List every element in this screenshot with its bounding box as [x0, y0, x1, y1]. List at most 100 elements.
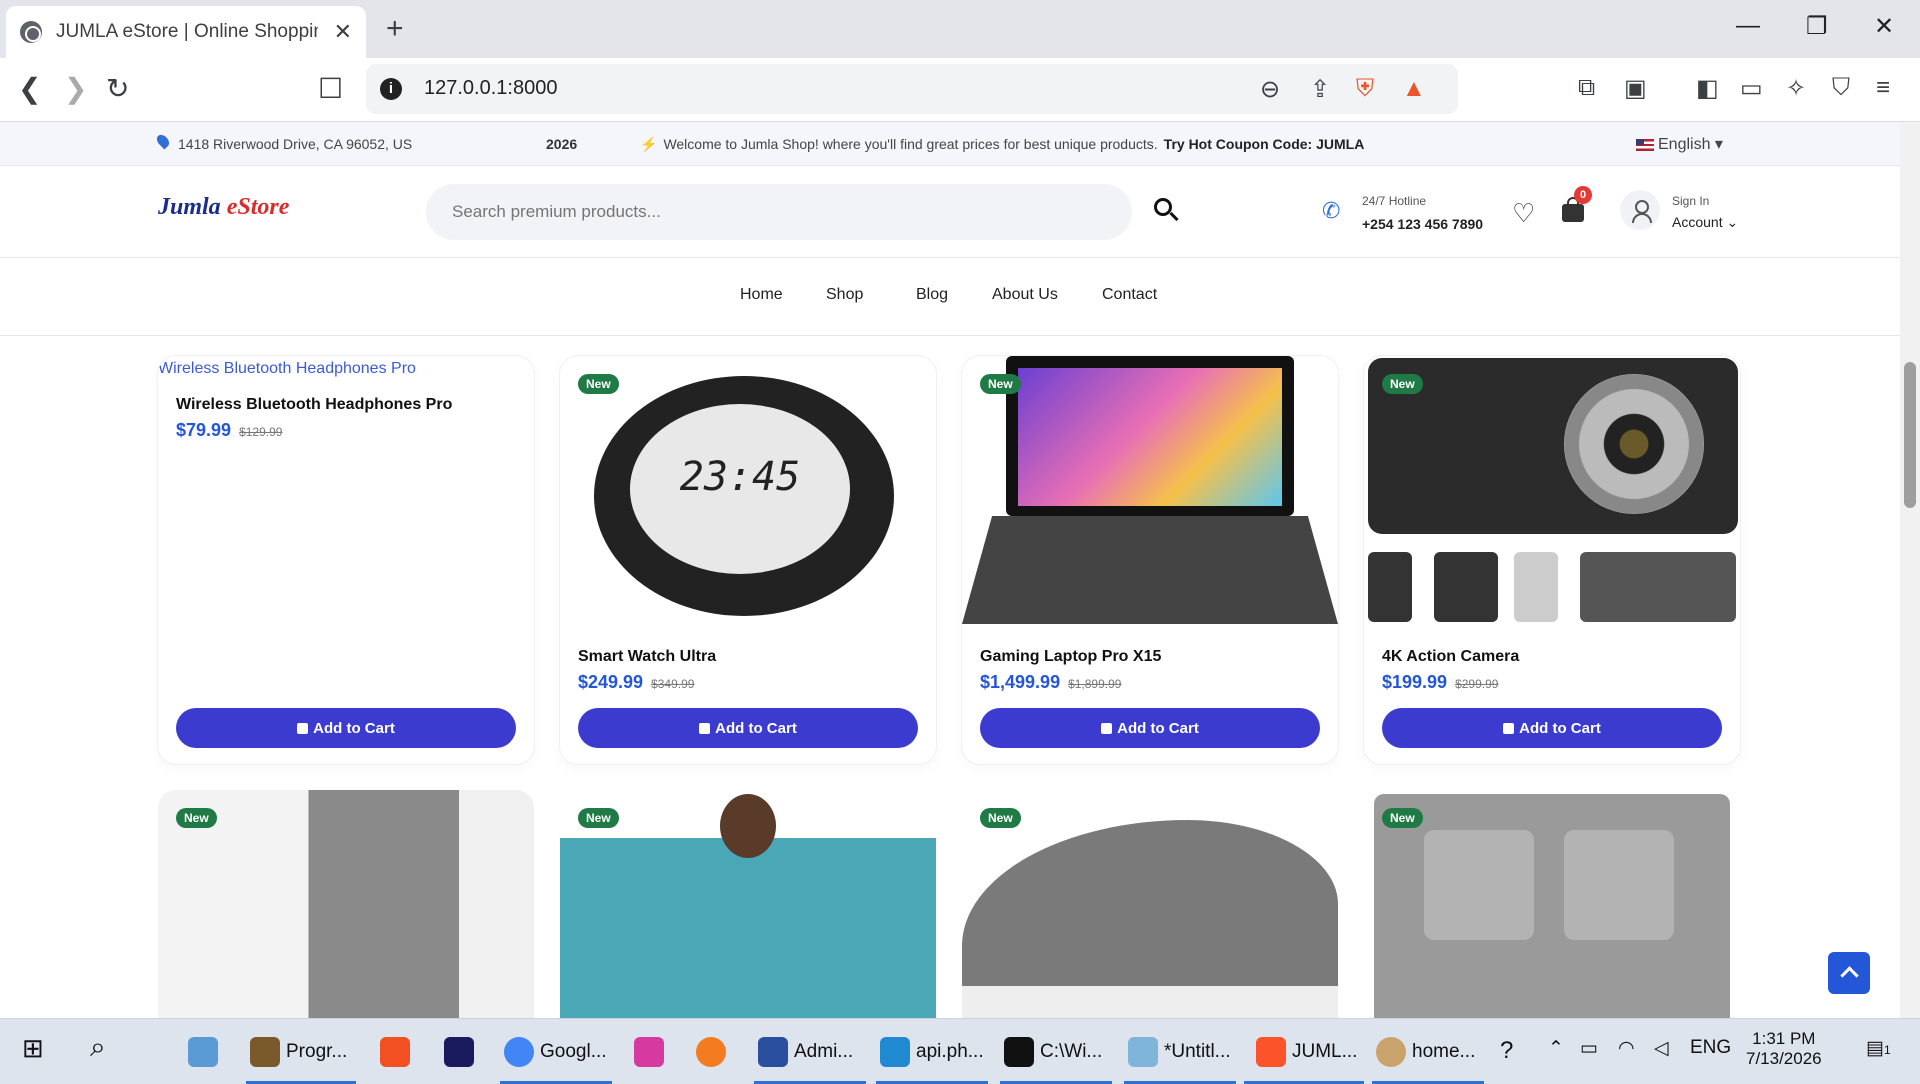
us-flag-icon: [1636, 138, 1654, 151]
nav-blog[interactable]: Blog: [916, 286, 948, 304]
page-scrollbar[interactable]: [1900, 122, 1920, 1018]
add-to-cart-button[interactable]: Add to Cart: [578, 708, 918, 748]
wishlist-heart-icon[interactable]: ♡: [1512, 198, 1535, 229]
top-info-bar: 1418 Riverwood Drive, CA 96052, US 2026 …: [0, 122, 1900, 166]
taskbar-powershell-app[interactable]: Admi...: [758, 1037, 853, 1067]
taskbar-progress-app[interactable]: Progr...: [250, 1037, 347, 1067]
scrollbar-thumb[interactable]: [1904, 362, 1916, 508]
extensions-icon[interactable]: ⧉: [1578, 74, 1595, 102]
system-clock[interactable]: 1:31 PM 7/13/2026: [1746, 1029, 1822, 1069]
brave-rewards-icon[interactable]: ▲: [1402, 75, 1426, 103]
broken-image-alt: Wireless Bluetooth Headphones Pro: [158, 360, 416, 377]
logo-accent: eStore: [226, 194, 290, 220]
product-image[interactable]: New 23:45: [560, 356, 936, 626]
windows-start-icon[interactable]: ⊞: [22, 1033, 44, 1064]
cart-bag-icon[interactable]: [1562, 197, 1584, 222]
product-card[interactable]: New: [158, 790, 534, 1018]
account-dropdown[interactable]: Account ⌄: [1672, 214, 1738, 231]
tab-close-icon[interactable]: ✕: [334, 19, 352, 45]
add-to-cart-button[interactable]: Add to Cart: [1382, 708, 1722, 748]
help-icon[interactable]: ?: [1500, 1037, 1513, 1065]
share-icon[interactable]: ⇪: [1310, 75, 1330, 104]
url-text[interactable]: 127.0.0.1:8000: [424, 77, 557, 100]
signin-label[interactable]: Sign In: [1672, 194, 1709, 208]
brave-shield-icon[interactable]: ⛨: [1356, 75, 1374, 103]
product-card[interactable]: New 23:45 Smart Watch Ultra $249.99 $349.…: [560, 356, 936, 764]
product-card[interactable]: New: [962, 790, 1338, 1018]
add-to-cart-button[interactable]: Add to Cart: [980, 708, 1320, 748]
browser-toolbar: ❮ ❯ ↻ ☐ i 127.0.0.1:8000 ⊖ ⇪ ⛨ ▲ ⧉ ▣ ◧ ▭…: [0, 58, 1920, 122]
volume-icon[interactable]: ◁: [1654, 1037, 1669, 1060]
wifi-icon[interactable]: ◠: [1618, 1037, 1635, 1060]
browser-tab[interactable]: JUMLA eStore | Online Shopping ✕: [6, 6, 366, 58]
clock-time: 1:31 PM: [1752, 1029, 1816, 1048]
phone-icon: ✆: [1322, 198, 1341, 223]
account-label: Account: [1672, 214, 1723, 230]
search-box: [426, 184, 1132, 240]
new-tab-button[interactable]: +: [386, 12, 404, 46]
add-to-cart-button[interactable]: Add to Cart: [176, 708, 516, 748]
reader-icon[interactable]: ▣: [1624, 74, 1647, 103]
scroll-to-top-button[interactable]: [1828, 952, 1870, 994]
product-name[interactable]: 4K Action Camera: [1382, 648, 1519, 666]
product-name[interactable]: Gaming Laptop Pro X15: [980, 648, 1161, 666]
taskbar-store-icon[interactable]: [380, 1037, 416, 1067]
product-card[interactable]: New Gaming Laptop Pro X15 $1,499.99 $1,89…: [962, 356, 1338, 764]
taskbar-app-icon[interactable]: [188, 1037, 224, 1067]
store-address: 1418 Riverwood Drive, CA 96052, US: [178, 136, 413, 152]
nav-about-us[interactable]: About Us: [992, 286, 1058, 304]
search-icon[interactable]: [1152, 196, 1180, 224]
bookmark-icon[interactable]: ☐: [318, 72, 343, 105]
taskbar-vscode-app[interactable]: api.ph...: [880, 1037, 984, 1067]
product-old-price: $349.99: [651, 677, 695, 691]
product-image[interactable]: New: [962, 356, 1338, 626]
product-card[interactable]: New 4K Action Camera $199.99 $299.99 Add …: [1364, 356, 1740, 764]
menu-icon[interactable]: ≡: [1876, 74, 1890, 102]
taskbar-notepad-app[interactable]: *Untitl...: [1128, 1037, 1231, 1067]
search-taskbar-icon[interactable]: ⌕: [90, 1031, 106, 1064]
taskbar-chrome-app[interactable]: Googl...: [504, 1037, 607, 1067]
product-card[interactable]: New: [560, 790, 936, 1018]
user-icon[interactable]: [1620, 190, 1660, 230]
address-bar[interactable]: i 127.0.0.1:8000 ⊖ ⇪ ⛨ ▲: [366, 64, 1458, 114]
reload-icon[interactable]: ↻: [106, 72, 129, 105]
search-input[interactable]: [452, 202, 1092, 222]
product-card[interactable]: Wireless Bluetooth Headphones Pro Wirele…: [158, 356, 534, 764]
sidebar-icon[interactable]: ◧: [1696, 74, 1719, 103]
product-image[interactable]: New: [1364, 356, 1740, 626]
product-name[interactable]: Smart Watch Ultra: [578, 648, 716, 666]
tray-chevron-icon[interactable]: ⌃: [1548, 1037, 1564, 1060]
site-info-icon[interactable]: i: [380, 78, 402, 100]
product-name[interactable]: Wireless Bluetooth Headphones Pro: [176, 396, 452, 414]
nav-home[interactable]: Home: [740, 286, 783, 304]
taskbar-brave-app[interactable]: JUML...: [1256, 1037, 1357, 1067]
vpn-icon[interactable]: ⛉: [1832, 74, 1850, 102]
product-price: $1,499.99 $1,899.99: [980, 672, 1122, 692]
forward-icon[interactable]: ❯: [64, 72, 87, 105]
product-card[interactable]: New: [1364, 790, 1740, 1018]
back-icon[interactable]: ❮: [18, 72, 41, 105]
language-selector[interactable]: English ▾: [1636, 134, 1723, 154]
taskbar-premiere-icon[interactable]: [444, 1037, 480, 1067]
cart-icon: [699, 722, 711, 734]
nav-shop[interactable]: Shop: [826, 286, 863, 304]
maximize-button[interactable]: ❐: [1806, 12, 1828, 41]
notifications-icon[interactable]: ▤1: [1866, 1037, 1891, 1060]
wallet-icon[interactable]: ▭: [1740, 74, 1763, 103]
input-language[interactable]: ENG: [1690, 1037, 1731, 1059]
logo-main: Jumla: [158, 194, 221, 220]
leo-ai-icon[interactable]: ✧: [1786, 74, 1806, 103]
taskbar-cmd-app[interactable]: C:\Wi...: [1004, 1037, 1102, 1067]
zoom-out-icon[interactable]: ⊖: [1260, 75, 1280, 104]
new-badge: New: [980, 374, 1021, 394]
close-window-button[interactable]: ✕: [1874, 12, 1894, 41]
windows-taskbar: ⊞ ⌕ Progr... Googl... Admi... api.ph... …: [0, 1018, 1920, 1084]
taskbar-paint-app[interactable]: home...: [1376, 1037, 1475, 1067]
site-logo[interactable]: Jumla eStore: [158, 194, 289, 221]
hotline-number: +254 123 456 7890: [1362, 216, 1484, 232]
minimize-button[interactable]: —: [1736, 12, 1760, 40]
battery-icon[interactable]: ▭: [1580, 1037, 1598, 1060]
taskbar-wamp-icon[interactable]: [634, 1037, 670, 1067]
taskbar-pen-icon[interactable]: [696, 1037, 732, 1067]
nav-contact[interactable]: Contact: [1102, 286, 1157, 304]
